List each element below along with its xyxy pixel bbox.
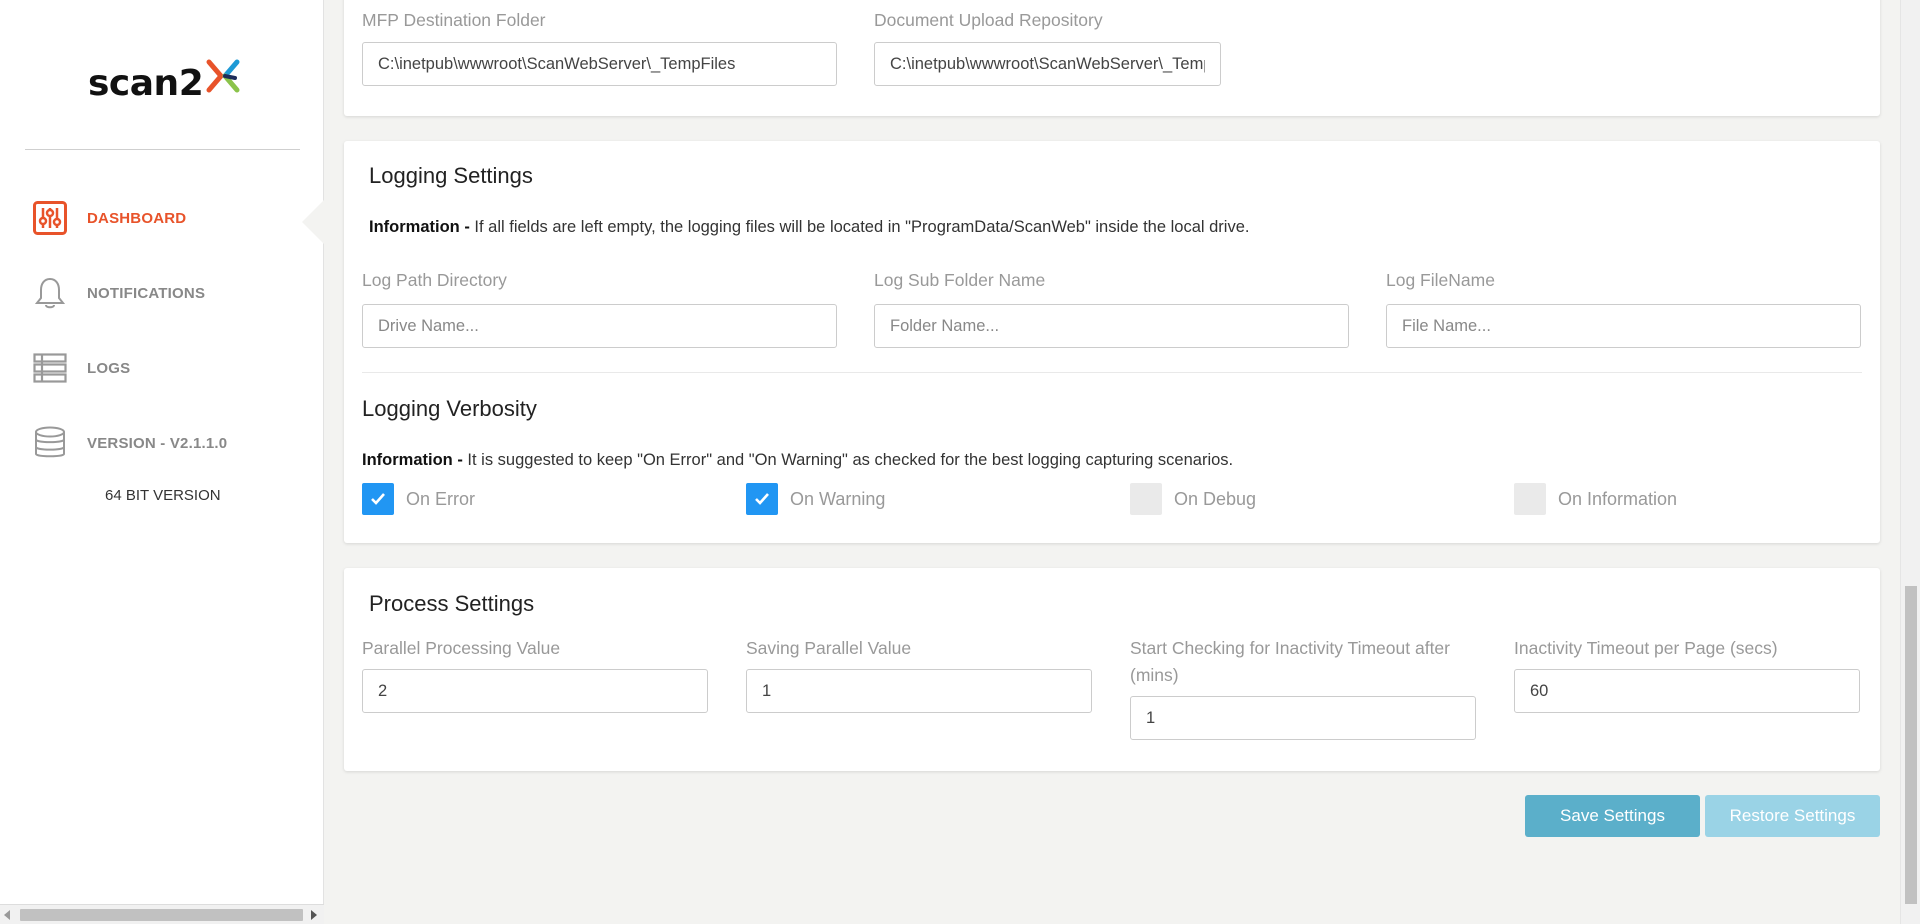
vertical-scrollbar[interactable] [1900, 0, 1920, 924]
logging-verbosity-title: Logging Verbosity [362, 396, 537, 421]
logo-text: scan2 [88, 63, 204, 104]
log-path-input[interactable] [362, 304, 837, 348]
upload-repository-label: Document Upload Repository [874, 10, 1103, 30]
scroll-right-icon[interactable] [311, 910, 317, 920]
bit-version-text: 64 BIT VERSION [105, 487, 221, 504]
parallel-processing-label: Parallel Processing Value [362, 638, 561, 658]
log-filename-input[interactable] [1386, 304, 1861, 348]
horizontal-scroll-thumb[interactable] [20, 909, 303, 921]
mfp-folder-input[interactable] [362, 42, 837, 86]
sidebar-item-version[interactable]: VERSION - V2.1.1.0 [32, 425, 227, 461]
saving-parallel-input[interactable] [746, 669, 1092, 713]
logo-mark-icon [206, 59, 240, 93]
sidebar: scan2 DASHBOARD NOTIFICATIONS LOGS VERSI… [0, 0, 324, 924]
checkbox-label: On Debug [1174, 488, 1257, 509]
logging-settings-panel: Logging Settings Information - If all fi… [344, 141, 1880, 543]
on-error-checkbox[interactable]: On Error [362, 483, 475, 515]
log-subfolder-label: Log Sub Folder Name [874, 270, 1046, 290]
logging-info: Information - If all fields are left emp… [369, 218, 1249, 237]
sidebar-item-label: NOTIFICATIONS [87, 284, 206, 302]
log-subfolder-input[interactable] [874, 304, 1349, 348]
mfp-folder-label: MFP Destination Folder [362, 10, 546, 30]
info-text: It is suggested to keep "On Error" and "… [467, 451, 1234, 469]
info-prefix: Information - [362, 451, 468, 469]
checkbox-label: On Warning [790, 488, 886, 509]
info-prefix: Information - [369, 218, 475, 236]
sidebar-item-label: LOGS [87, 359, 131, 377]
saving-parallel-label: Saving Parallel Value [746, 638, 912, 658]
on-debug-checkbox[interactable]: On Debug [1130, 483, 1256, 515]
process-settings-title: Process Settings [369, 591, 535, 616]
inactivity-timeout-input[interactable] [1514, 669, 1860, 713]
inactivity-start-label: Start Checking for Inactivity Timeout af… [1130, 638, 1450, 685]
process-settings-panel: Process Settings Parallel Processing Val… [344, 568, 1880, 771]
bell-icon [32, 275, 68, 311]
checkbox-box[interactable] [1514, 483, 1546, 515]
checkmark-icon [371, 493, 385, 505]
checkbox-box[interactable] [746, 483, 778, 515]
scroll-left-icon[interactable] [4, 910, 10, 920]
scan2-logo: scan2 [88, 52, 241, 102]
on-warning-checkbox[interactable]: On Warning [746, 483, 885, 515]
log-filename-label: Log FileName [1386, 270, 1495, 290]
vertical-scroll-thumb[interactable] [1905, 586, 1917, 904]
log-path-label: Log Path Directory [362, 270, 507, 290]
verbosity-info: Information - It is suggested to keep "O… [362, 451, 1233, 470]
sidebar-item-label: DASHBOARD [87, 209, 187, 227]
database-icon [32, 425, 68, 461]
checkbox-label: On Information [1558, 488, 1678, 509]
inactivity-timeout-label: Inactivity Timeout per Page (secs) [1514, 638, 1778, 658]
horizontal-scrollbar[interactable] [0, 904, 324, 924]
inactivity-start-input[interactable] [1130, 696, 1476, 740]
on-information-checkbox[interactable]: On Information [1514, 483, 1677, 515]
logging-settings-title: Logging Settings [369, 163, 533, 188]
sidebar-item-dashboard[interactable]: DASHBOARD [32, 200, 186, 236]
upload-repository-input[interactable] [874, 42, 1221, 86]
active-indicator [302, 200, 324, 244]
restore-settings-button[interactable]: Restore Settings [1705, 795, 1880, 837]
sidebar-divider [25, 149, 300, 150]
checkbox-label: On Error [406, 488, 476, 509]
section-divider [362, 372, 1862, 373]
folders-panel: MFP Destination Folder Document Upload R… [344, 0, 1880, 116]
checkmark-icon [755, 493, 769, 505]
save-settings-button[interactable]: Save Settings [1525, 795, 1700, 837]
sidebar-item-notifications[interactable]: NOTIFICATIONS [32, 275, 205, 311]
info-text: If all fields are left empty, the loggin… [474, 218, 1250, 236]
parallel-processing-input[interactable] [362, 669, 708, 713]
checkbox-box[interactable] [362, 483, 394, 515]
list-icon [32, 350, 68, 386]
sliders-icon [32, 200, 68, 236]
checkbox-box[interactable] [1130, 483, 1162, 515]
sidebar-item-logs[interactable]: LOGS [32, 350, 130, 386]
sidebar-item-label: VERSION - V2.1.1.0 [87, 434, 228, 452]
